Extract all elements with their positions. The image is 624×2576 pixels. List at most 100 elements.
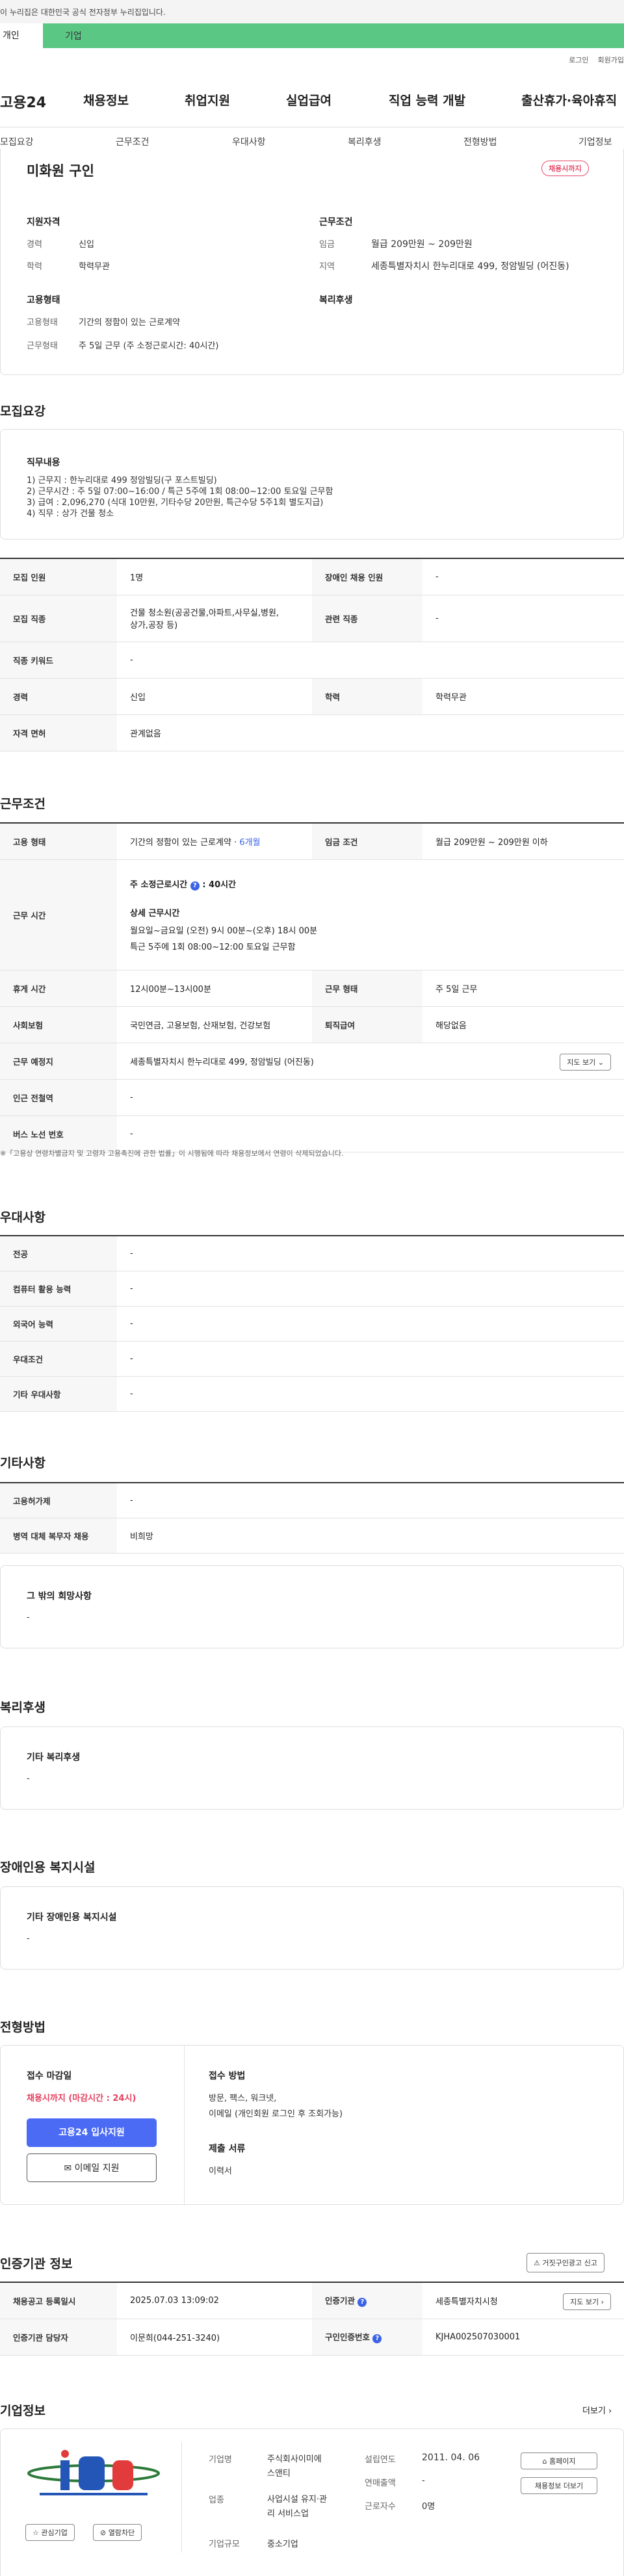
etc-table: 고용허가제 - 병역 대체 복무자 채용 비희망	[0, 1482, 624, 1554]
company-name-label: 기업명	[209, 2455, 232, 2465]
hours-detail-2: 특근 5주에 1회 08:00~12:00 토요일 근무함	[130, 942, 296, 952]
method-line-1: 방문, 팩스, 워크넷,	[209, 2094, 277, 2103]
logo[interactable]: 고용24	[0, 91, 46, 112]
disabled-label: 장애인 채용 인원	[312, 558, 422, 595]
docs-title: 제출 서류	[209, 2144, 246, 2154]
subway-value: -	[117, 1079, 624, 1116]
pay-label: 임금	[319, 240, 335, 250]
selection-heading: 전형방법	[0, 2020, 46, 2035]
form-value: 주 5일 근무	[422, 970, 624, 1007]
job-line: 3) 급여 : 2,096,270 (식대 10만원, 기타수당 20만원, 특…	[27, 498, 324, 508]
company-card: ☆ 관심기업 ⊘ 열람차단 기업명 주식회사이미에 스앤티 설립연도 2011. …	[0, 2428, 624, 2576]
emp-label: 고용 형태	[0, 823, 117, 860]
tab-company[interactable]: 기업	[65, 29, 82, 42]
job-line: 2) 근무시간 : 주 5일 07:00~16:00 / 특근 5주에 1회 0…	[27, 487, 333, 497]
signup-link[interactable]: 회원가입	[598, 56, 624, 64]
size-label: 기업규모	[209, 2540, 240, 2549]
cond-title: 근무조건	[319, 217, 353, 228]
company-more-label: 더보기	[582, 2406, 606, 2416]
edu-value: 학력무관	[422, 678, 624, 715]
map-button[interactable]: 지도 보기 ⌄	[560, 1053, 611, 1071]
keyword-label: 직종 키워드	[0, 642, 117, 679]
military-label: 병역 대체 복무자 채용	[0, 1518, 117, 1554]
pay-cond-label: 임금 조건	[312, 823, 422, 860]
help-icon[interactable]: ?	[190, 881, 200, 891]
company-more-link[interactable]: 더보기 ›	[582, 2404, 612, 2416]
bus-value: -	[117, 1115, 624, 1152]
user-type-tabs: 개인 기업	[0, 23, 624, 48]
license-value: 관계없음	[117, 714, 624, 751]
agency-value: 세종특별자치시청 지도 보기 ›	[422, 2282, 624, 2319]
reg-label: 채용공고 등록일시	[0, 2282, 117, 2319]
region-label: 지역	[319, 262, 335, 272]
form-label: 근무 형태	[312, 970, 422, 1007]
work-table: 고용 형태 기간의 정함이 있는 근로계약 · 6개월 임금 조건 월급 209만원 …	[0, 822, 624, 1152]
recruit-table: 모집 인원 1명 장애인 채용 인원 - 모집 직종 건물 청소원(공공건물,아파트,사…	[0, 558, 624, 751]
lang-label: 외국어 능력	[0, 1306, 117, 1342]
company-logo	[27, 2447, 161, 2506]
block-icon: ⊘	[100, 2529, 107, 2537]
related-label: 관련 직종	[312, 595, 422, 642]
gnb-item-parental[interactable]: 출산휴가·육아휴직	[521, 91, 617, 109]
age-note: ※「고용상 연령차별금지 및 고령자 고용촉진에 관한 법률」이 시행됨에 따라…	[0, 1149, 344, 1158]
subway-label: 인근 전철역	[0, 1079, 117, 1116]
top-links: 로그인 회원가입	[560, 55, 624, 65]
emp-count-value: 0명	[422, 2502, 436, 2512]
help-icon[interactable]: ?	[358, 2298, 367, 2308]
disabled-value: -	[422, 558, 624, 595]
apply-button[interactable]: 고용24 입사지원	[27, 2118, 157, 2147]
biz-line: 사업시설 유지·관	[267, 2495, 327, 2504]
home-icon: ⌂	[542, 2457, 547, 2465]
gnb-item-employment[interactable]: 취업지원	[185, 91, 230, 109]
gov-banner-text: 이 누리집은 대한민국 공식 전자정부 누리집입니다.	[0, 8, 166, 17]
divider	[181, 2442, 182, 2553]
subnav-selection[interactable]: 전형방법	[463, 135, 497, 148]
subnav-pref[interactable]: 우대사항	[232, 135, 266, 148]
career-label: 경력	[0, 678, 117, 715]
emp-type-value: 기간의 정함이 있는 근로계약	[79, 318, 180, 328]
tab-personal[interactable]: 개인	[0, 23, 43, 48]
deadline-badge: 채용시까지	[541, 161, 589, 176]
docs-value: 이력서	[209, 2166, 232, 2176]
subnav-work[interactable]: 근무조건	[116, 135, 150, 148]
job-type-line: 상가,공장 등)	[130, 621, 178, 631]
more-jobs-button[interactable]: 채용정보 더보기	[521, 2477, 597, 2494]
year-value: 2011. 04. 06	[422, 2452, 480, 2463]
gnb-item-jobs[interactable]: 채용정보	[83, 91, 129, 109]
block-button[interactable]: ⊘ 열람차단	[93, 2524, 142, 2541]
major-label: 전공	[0, 1236, 117, 1271]
report-button[interactable]: ⚠ 거짓구인광고 신고	[526, 2253, 604, 2272]
fav-company-button[interactable]: ☆ 관심기업	[25, 2524, 75, 2541]
welfare-card: 기타 복리후생 -	[0, 1726, 624, 1810]
subnav-recruit[interactable]: 모집요강	[0, 135, 34, 148]
subnav-company[interactable]: 기업정보	[578, 135, 612, 148]
gov-banner: 이 누리집은 대한민국 공식 전자정부 누리집입니다.	[0, 0, 624, 23]
emp-value: 기간의 정함이 있는 근로계약 · 6개월	[117, 823, 312, 860]
hours-val: : 40시간	[202, 879, 237, 890]
login-link[interactable]: 로그인	[569, 56, 588, 64]
email-apply-button[interactable]: ✉ 이메일 지원	[27, 2153, 157, 2182]
etc-heading: 기타사항	[0, 1456, 46, 1470]
sales-label: 연매출액	[365, 2478, 396, 2488]
wish-value: -	[27, 1613, 30, 1622]
lang-value: -	[117, 1306, 624, 1342]
biz-line: 리 서비스업	[267, 2509, 309, 2519]
gnb-item-unemployment[interactable]: 실업급여	[286, 91, 332, 109]
gnb-item-training[interactable]: 직업 능력 개발	[389, 91, 465, 109]
deadline-value: 채용시까지 (마감시간 : 24시)	[27, 2094, 136, 2103]
place-text: 세종특별자치시 한누리대로 499, 정암빌딩 (어진동)	[130, 1057, 314, 1067]
subnav-welfare[interactable]: 복리후생	[348, 135, 382, 148]
hire-label: 고용허가제	[0, 1483, 117, 1518]
chevron-right-icon: ›	[608, 2406, 612, 2416]
welfare-heading: 복리후생	[0, 1700, 46, 1715]
break-label: 휴게 시간	[0, 970, 117, 1007]
company-heading: 기업정보	[0, 2404, 46, 2418]
agency-map-button[interactable]: 지도 보기 ›	[563, 2293, 611, 2310]
divider	[184, 2046, 185, 2205]
help-icon[interactable]: ?	[372, 2334, 382, 2343]
pc-label: 컴퓨터 활용 능력	[0, 1271, 117, 1307]
size-value: 중소기업	[267, 2540, 298, 2549]
homepage-button[interactable]: ⌂ 홈페이지	[521, 2452, 597, 2469]
keyword-value: -	[117, 642, 624, 679]
pref-etc-value: -	[117, 1376, 624, 1412]
